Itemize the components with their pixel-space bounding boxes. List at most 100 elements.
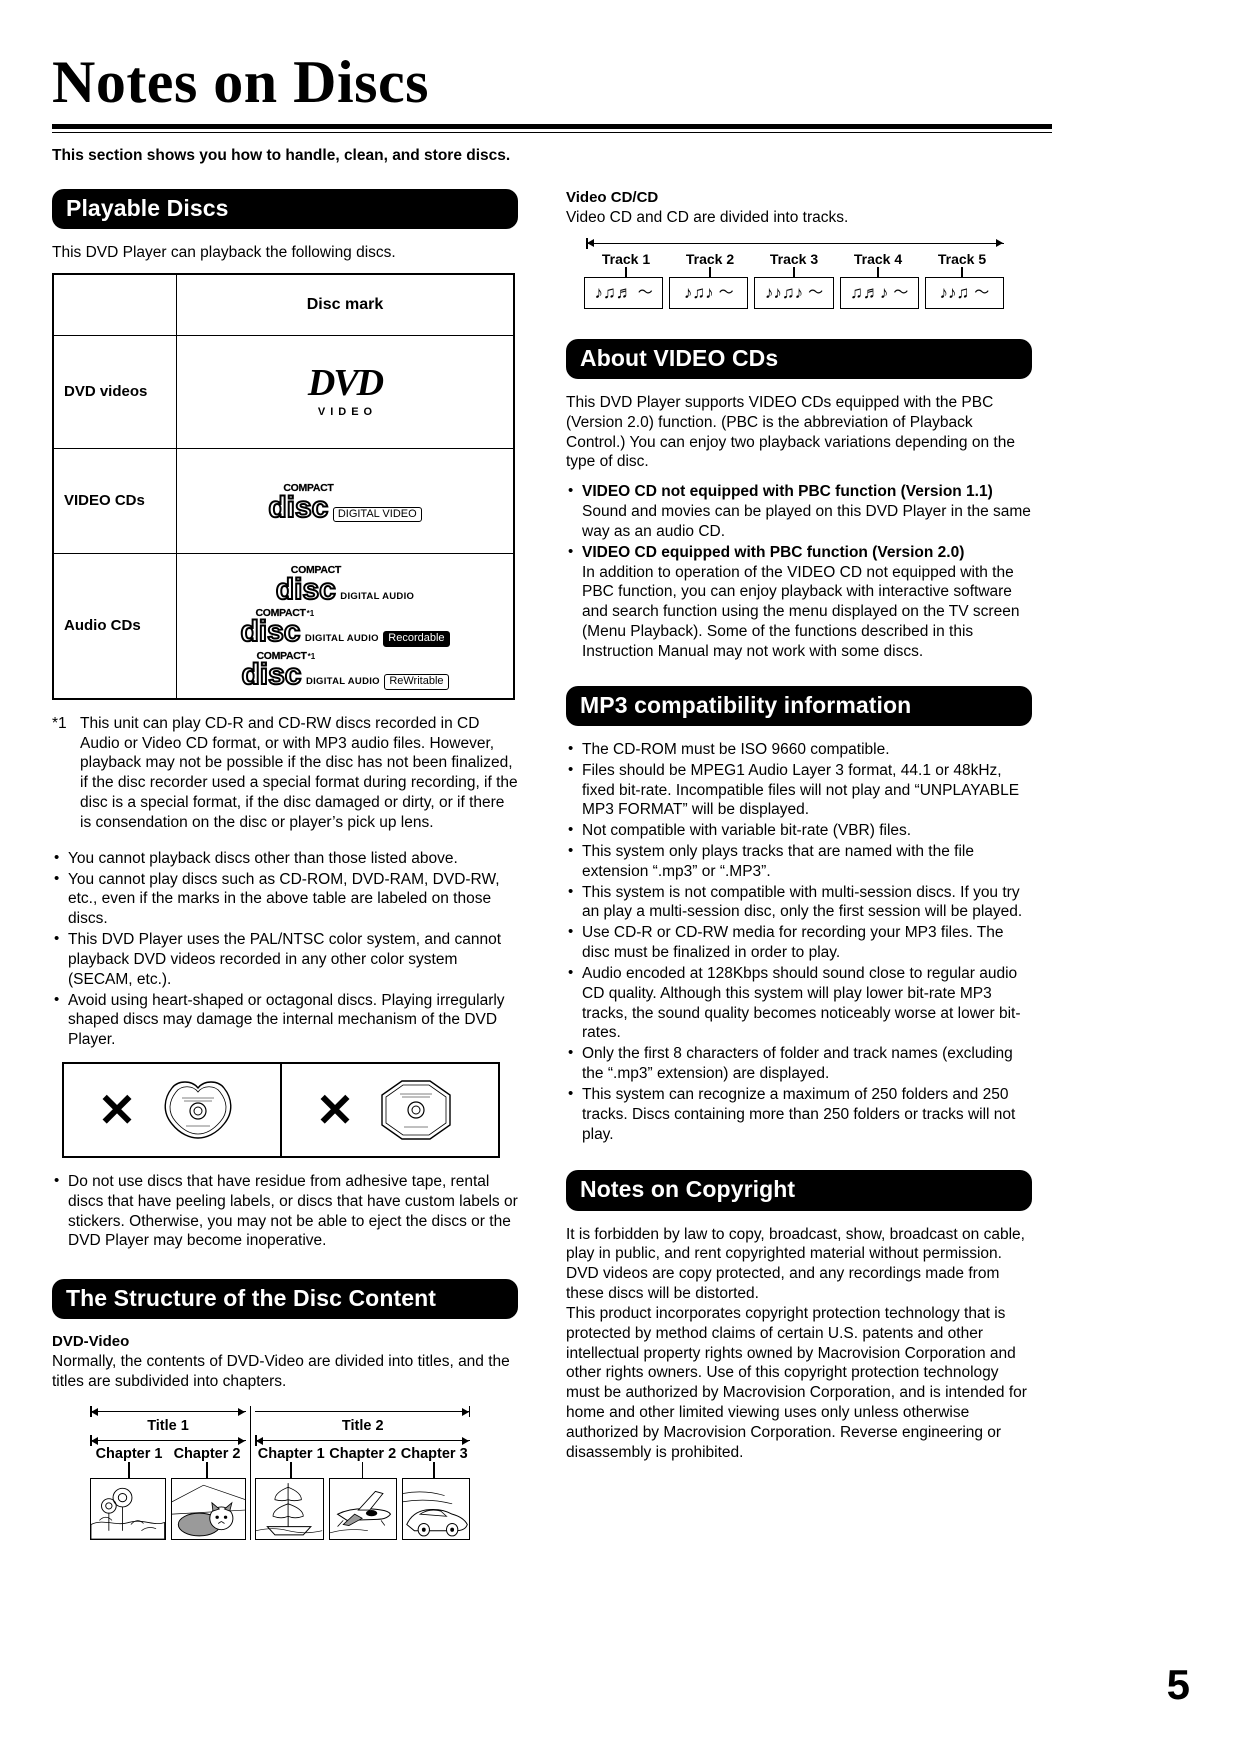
- thumbnail-car: [401, 1478, 470, 1541]
- list-item: This DVD Player uses the PAL/NTSC color …: [52, 929, 518, 989]
- title-1-group: Title 1 Chapter 1 Chapter 2: [90, 1406, 247, 1541]
- section-header-playable-discs: Playable Discs: [52, 189, 518, 230]
- title-1-span-arrow: [90, 1406, 247, 1418]
- compact-disc-digital-audio-logo: COMPACT disc DIGITAL AUDIO: [275, 562, 414, 606]
- track-label: Track 2: [685, 250, 735, 267]
- wave-icon: 〜: [808, 284, 824, 302]
- list-item: This system is not compatible with multi…: [566, 882, 1032, 923]
- arrow-left-icon: [256, 1436, 264, 1445]
- playable-discs-footnote: *1 This unit can play CD-R and CD-RW dis…: [52, 714, 518, 833]
- table-row: VIDEO CDs COMPACT disc DIGITAL VIDEO: [52, 447, 515, 554]
- list-item: This system can recognize a maximum of 2…: [566, 1084, 1032, 1144]
- arrow-left-icon: [91, 1436, 98, 1445]
- arrow-right-icon: [996, 239, 1003, 248]
- track-label-row: Track 1 Track 2 Track 3 Track 4 Track 5: [584, 251, 1004, 267]
- track-box: ♪♪♫♪ 〜: [754, 276, 834, 309]
- span-line: [255, 1440, 470, 1442]
- cd-logo-disc-word: disc: [275, 572, 337, 606]
- track-box-row: ♪♫♬ 〜 ♪♫♪ 〜 ♪♪♫♪ 〜 ♫♬♪ 〜 ♪♪♫ 〜: [584, 276, 1005, 309]
- airplane-illustration: [329, 1479, 396, 1540]
- dvd-logo-subword: VIDEO: [317, 405, 378, 418]
- cd-logo-footnote-marker: *1: [307, 652, 316, 662]
- playable-discs-intro: This DVD Player can playback the followi…: [52, 244, 396, 262]
- heart-shaped-disc-icon: [164, 1081, 232, 1139]
- heart-disc-panel: ✕: [64, 1064, 280, 1156]
- playable-discs-bullet-list-after: Do not use discs that have residue from …: [52, 1171, 518, 1251]
- copyright-paragraph: DVD videos are copy protected, and any r…: [566, 1265, 1000, 1303]
- disc-mark-cell-audio-cd: COMPACT disc DIGITAL AUDIO COMPACT *1 di…: [176, 552, 515, 700]
- dvd-logo-word: DVD: [307, 361, 384, 404]
- table-header-disc-mark: Disc mark: [176, 273, 515, 336]
- title-2-label: Title 2: [341, 1418, 384, 1435]
- table-header-row: Disc mark: [52, 273, 515, 336]
- stem: [255, 1462, 327, 1479]
- title-2-group: Title 2 Chapter 1 Chapter 2 Chapter 3: [255, 1406, 470, 1541]
- page-number: 5: [1166, 1661, 1190, 1708]
- stem: [752, 266, 836, 277]
- section-header-disc-structure: The Structure of the Disc Content: [52, 1279, 518, 1320]
- track-label: Track 3: [769, 250, 819, 267]
- cd-logo-footnote-marker: *1: [306, 609, 315, 619]
- left-column: Playable Discs This DVD Player can playb…: [52, 189, 518, 1541]
- list-item: Files should be MPEG1 Audio Layer 3 form…: [566, 760, 1032, 820]
- irregular-disc-shapes-figure: ✕ ✕: [62, 1061, 500, 1158]
- disc-mark-cell-video-cd: COMPACT disc DIGITAL VIDEO: [176, 447, 515, 554]
- footnote-text: This unit can play CD-R and CD-RW discs …: [80, 714, 518, 831]
- title-divider-line: [250, 1406, 252, 1541]
- video-cd-cd-description: Video CD and CD are divided into tracks.: [566, 209, 849, 226]
- footnote-marker: *1: [52, 714, 67, 732]
- cat-illustration: [171, 1479, 246, 1540]
- stem: [668, 266, 752, 277]
- document-page: Notes on Discs This section shows you ho…: [0, 0, 1240, 1753]
- dvd-video-subhead: DVD-Video: [52, 1333, 130, 1351]
- wave-icon: 〜: [637, 284, 653, 302]
- bullet-body: Sound and movies can be played on this D…: [582, 503, 1031, 540]
- chapter-label: Chapter 1: [95, 1446, 163, 1463]
- about-video-cds-bullets: VIDEO CD not equipped with PBC function …: [566, 481, 1032, 661]
- track-box: ♪♫♬ 〜: [584, 276, 664, 309]
- title-2-chapter-labels: Chapter 1 Chapter 2 Chapter 3: [255, 1446, 470, 1462]
- wave-icon: 〜: [893, 284, 909, 302]
- list-item: Only the first 8 characters of folder an…: [566, 1043, 1032, 1084]
- music-notes-icon: ♪♪♫♪: [764, 283, 804, 303]
- thumbnail-cat: [170, 1478, 247, 1541]
- cd-logo-badge-rewritable: ReWritable: [384, 674, 449, 690]
- disc-mark-header-label: Disc mark: [306, 295, 384, 313]
- track-structure-diagram: Track 1 Track 2 Track 3 Track 4 Track 5: [584, 237, 1005, 309]
- copyright-paragraph: This product incorporates copyright prot…: [566, 1304, 1027, 1461]
- arrow-right-icon: [238, 1407, 246, 1416]
- section-header-notes-on-copyright: Notes on Copyright: [566, 1170, 1032, 1211]
- cd-logo-disc-word: disc: [240, 658, 302, 692]
- track-span-arrow: [586, 237, 1004, 249]
- stem: [920, 266, 1004, 277]
- page-intro: This section shows you how to handle, cl…: [52, 147, 511, 164]
- two-column-layout: Playable Discs This DVD Player can playb…: [52, 189, 1052, 1541]
- row-label-dvd-videos: DVD videos: [52, 334, 177, 449]
- disc-mark-cell-dvd: DVD VIDEO: [176, 334, 515, 449]
- section-header-mp3-compatibility: MP3 compatibility information: [566, 685, 1032, 726]
- title-2-thumbnails: [255, 1478, 470, 1541]
- title-1-thumbnails: [90, 1478, 247, 1541]
- list-item: Audio encoded at 128Kbps should sound cl…: [566, 963, 1032, 1043]
- track-stem-row: [584, 266, 1004, 277]
- track-box: ♪♫♪ 〜: [669, 276, 749, 309]
- stem: [327, 1462, 399, 1479]
- right-column: Video CD/CD Video CD and CD are divided …: [566, 189, 1032, 1472]
- chapter-label: Chapter 2: [173, 1446, 241, 1463]
- title-1-stems: [90, 1462, 246, 1479]
- list-item: The CD-ROM must be ISO 9660 compatible.: [566, 739, 1032, 760]
- cd-logo-digital-audio-label: DIGITAL AUDIO: [304, 633, 379, 645]
- stem: [584, 266, 668, 277]
- about-video-cds-paragraph: This DVD Player supports VIDEO CDs equip…: [566, 393, 1015, 471]
- title-2-stems: [255, 1462, 470, 1479]
- stem: [90, 1462, 168, 1479]
- cd-logo-disc-word: disc: [267, 490, 329, 524]
- list-item: This system only plays tracks that are n…: [566, 841, 1032, 882]
- chapter-label: Chapter 1: [257, 1446, 325, 1463]
- list-item: Avoid using heart-shaped or octagonal di…: [52, 989, 518, 1050]
- music-notes-icon: ♪♫♬: [594, 283, 633, 303]
- wave-icon: 〜: [974, 284, 990, 302]
- title-1-chapter-labels: Chapter 1 Chapter 2: [90, 1446, 246, 1462]
- span-line: [90, 1411, 247, 1413]
- copyright-paragraph: It is forbidden by law to copy, broadcas…: [566, 1225, 1025, 1263]
